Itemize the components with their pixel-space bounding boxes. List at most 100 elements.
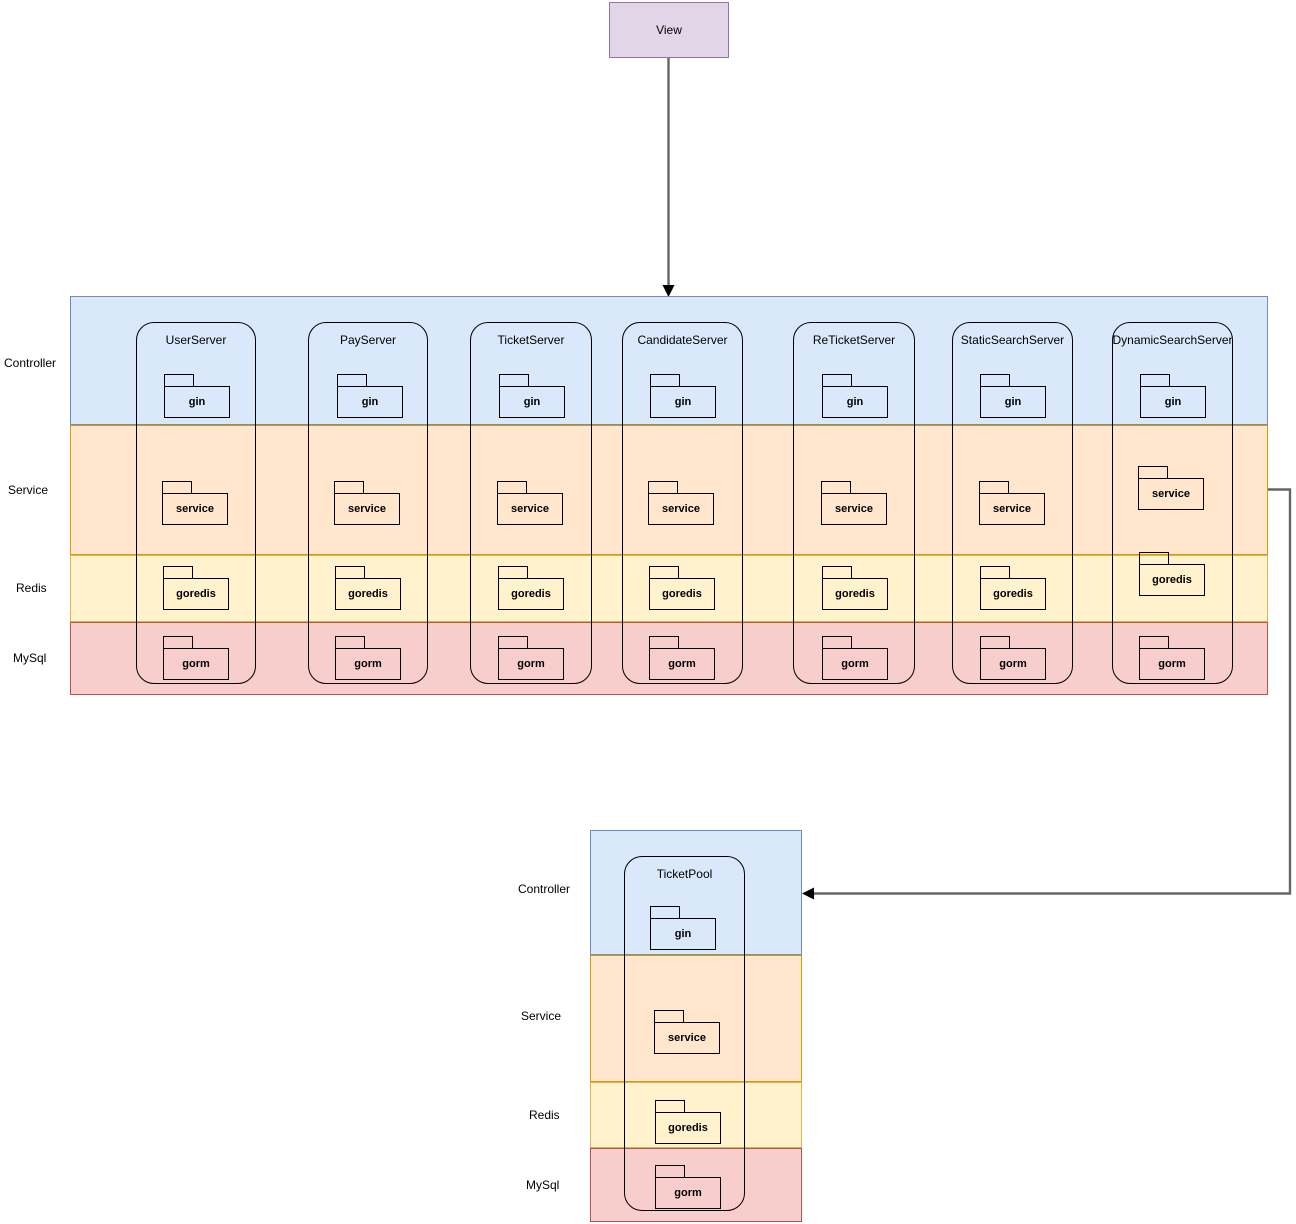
package-gin-ticketpool[interactable]: gin: [650, 906, 716, 950]
package-body: gin: [164, 386, 230, 418]
package-label: gin: [674, 396, 692, 408]
package-body: gin: [822, 386, 888, 418]
package-gin-dynamicsearchserver[interactable]: gin: [1140, 374, 1206, 418]
package-goredis-ticketserver[interactable]: goredis: [498, 566, 564, 610]
package-body: gin: [980, 386, 1046, 418]
package-goredis-ticketpool[interactable]: goredis: [655, 1100, 721, 1144]
server-reticketserver-title: ReTicketServer: [812, 333, 896, 347]
package-gin-ticketserver[interactable]: gin: [499, 374, 565, 418]
package-label: goredis: [668, 1122, 708, 1134]
bottom-row-label-controller: Controller: [518, 882, 571, 896]
package-service-ticketserver[interactable]: service: [497, 481, 563, 525]
package-gorm-payserver[interactable]: gorm: [335, 636, 401, 680]
package-body: gin: [650, 918, 716, 950]
package-label: goredis: [511, 588, 551, 600]
package-body: goredis: [335, 578, 401, 610]
package-gorm-dynamicsearchserver[interactable]: gorm: [1139, 636, 1205, 680]
package-service-payserver[interactable]: service: [334, 481, 400, 525]
package-service-dynamicsearchserver[interactable]: service: [1138, 466, 1204, 510]
package-body: service: [334, 493, 400, 525]
package-body: gin: [1140, 386, 1206, 418]
package-label: gin: [1164, 396, 1182, 408]
package-body: gorm: [335, 648, 401, 680]
package-label: service: [662, 503, 700, 515]
package-body: gorm: [649, 648, 715, 680]
top-row-label-mysql: MySql: [13, 651, 47, 665]
node-view[interactable]: View: [609, 2, 729, 58]
package-goredis-reticketserver[interactable]: goredis: [822, 566, 888, 610]
package-service-reticketserver[interactable]: service: [821, 481, 887, 525]
package-label: gorm: [1158, 658, 1186, 670]
package-body: service: [497, 493, 563, 525]
package-goredis-payserver[interactable]: goredis: [335, 566, 401, 610]
package-body: gorm: [1139, 648, 1205, 680]
top-row-label-service: Service: [8, 483, 49, 497]
package-body: goredis: [822, 578, 888, 610]
diagram-canvas: View Controller Service Redis MySql User…: [0, 0, 1296, 1224]
package-goredis-staticsearchserver[interactable]: goredis: [980, 566, 1046, 610]
package-label: service: [1152, 488, 1190, 500]
bottom-row-label-service: Service: [521, 1009, 562, 1023]
package-label: gin: [846, 396, 864, 408]
package-label: gorm: [354, 658, 382, 670]
package-label: goredis: [835, 588, 875, 600]
server-ticketserver-title: TicketServer: [497, 333, 565, 347]
package-service-ticketpool[interactable]: service: [654, 1010, 720, 1054]
bottom-row-label-mysql: MySql: [526, 1178, 560, 1192]
package-gin-reticketserver[interactable]: gin: [822, 374, 888, 418]
package-body: goredis: [980, 578, 1046, 610]
package-goredis-dynamicsearchserver[interactable]: goredis: [1139, 552, 1205, 596]
server-ticketpool-title: TicketPool: [656, 867, 713, 881]
package-gorm-candidateserver[interactable]: gorm: [649, 636, 715, 680]
package-label: service: [993, 503, 1031, 515]
top-row-label-controller: Controller: [4, 356, 57, 370]
package-body: service: [1138, 478, 1204, 510]
package-body: gorm: [163, 648, 229, 680]
package-body: goredis: [498, 578, 564, 610]
package-label: gin: [674, 928, 692, 940]
package-gorm-reticketserver[interactable]: gorm: [822, 636, 888, 680]
package-body: service: [821, 493, 887, 525]
package-body: goredis: [163, 578, 229, 610]
package-gin-staticsearchserver[interactable]: gin: [980, 374, 1046, 418]
package-body: service: [979, 493, 1045, 525]
package-label: service: [835, 503, 873, 515]
edge-view-to-controller: [662, 58, 675, 297]
server-payserver-title: PayServer: [339, 333, 397, 347]
package-body: goredis: [1139, 564, 1205, 596]
package-goredis-candidateserver[interactable]: goredis: [649, 566, 715, 610]
package-label: gorm: [841, 658, 869, 670]
top-row-label-redis: Redis: [16, 581, 47, 595]
package-body: gin: [499, 386, 565, 418]
package-label: gorm: [668, 658, 696, 670]
package-label: service: [176, 503, 214, 515]
package-label: service: [348, 503, 386, 515]
package-body: goredis: [649, 578, 715, 610]
package-body: gorm: [498, 648, 564, 680]
server-candidateserver-title: CandidateServer: [637, 333, 728, 347]
package-body: service: [654, 1022, 720, 1054]
package-service-userserver[interactable]: service: [162, 481, 228, 525]
package-label: goredis: [348, 588, 388, 600]
package-label: gin: [361, 396, 379, 408]
package-service-staticsearchserver[interactable]: service: [979, 481, 1045, 525]
package-gorm-userserver[interactable]: gorm: [163, 636, 229, 680]
package-gin-candidateserver[interactable]: gin: [650, 374, 716, 418]
package-gin-userserver[interactable]: gin: [164, 374, 230, 418]
package-label: gorm: [517, 658, 545, 670]
package-body: service: [162, 493, 228, 525]
package-gin-payserver[interactable]: gin: [337, 374, 403, 418]
package-body: gin: [337, 386, 403, 418]
package-label: goredis: [662, 588, 702, 600]
package-service-candidateserver[interactable]: service: [648, 481, 714, 525]
package-gorm-ticketserver[interactable]: gorm: [498, 636, 564, 680]
package-label: goredis: [993, 588, 1033, 600]
package-gorm-ticketpool[interactable]: gorm: [655, 1165, 721, 1209]
server-dynamicsearchserver-title: DynamicSearchServer: [1112, 333, 1233, 347]
package-label: service: [668, 1032, 706, 1044]
package-goredis-userserver[interactable]: goredis: [163, 566, 229, 610]
package-gorm-staticsearchserver[interactable]: gorm: [980, 636, 1046, 680]
package-body: gorm: [822, 648, 888, 680]
node-view-label: View: [656, 23, 682, 37]
package-body: gorm: [980, 648, 1046, 680]
